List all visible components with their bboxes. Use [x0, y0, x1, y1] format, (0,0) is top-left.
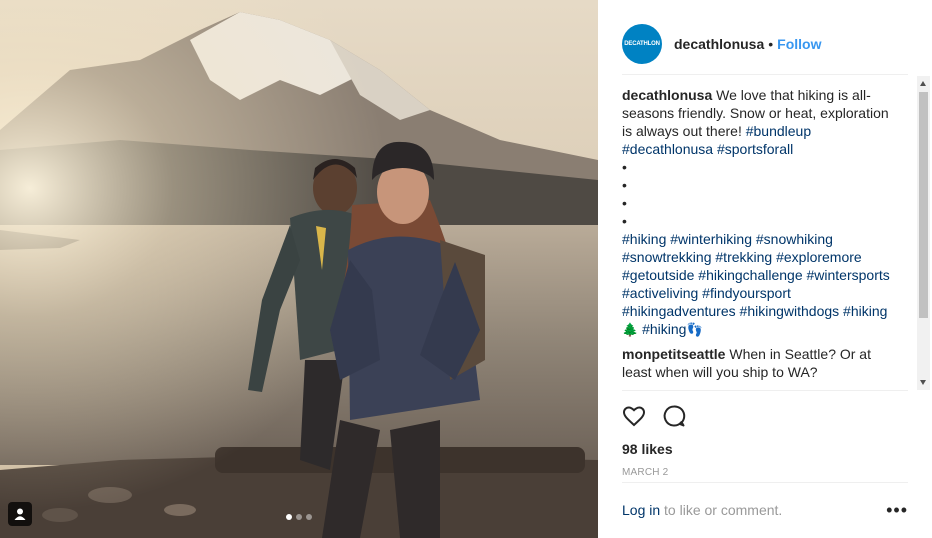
- caption-bullet: •: [622, 213, 627, 229]
- comment-item: monpetitseattle When in Seattle? Or at l…: [622, 345, 892, 381]
- post-date: MARCH 2: [622, 467, 669, 478]
- scroll-down-arrow-icon[interactable]: [920, 380, 926, 385]
- avatar[interactable]: DECATHLON: [622, 24, 662, 64]
- comment-icon[interactable]: [662, 404, 686, 428]
- hashtag-link[interactable]: #snowtrekking: [622, 249, 712, 265]
- login-link[interactable]: Log in: [622, 502, 660, 518]
- scrollbar-thumb[interactable]: [919, 92, 928, 318]
- tree-emoji: 🌲: [622, 322, 639, 337]
- hashtag-link[interactable]: #hikingchallenge: [698, 267, 802, 283]
- comments-scrollbar[interactable]: [917, 76, 930, 390]
- post-photo[interactable]: [0, 0, 598, 538]
- user-tag-icon: [14, 508, 26, 520]
- scroll-up-arrow-icon[interactable]: [920, 81, 926, 86]
- carousel-dot-3[interactable]: [306, 514, 312, 520]
- instagram-post: DECATHLON decathlonusa • Follow decathlo…: [0, 0, 932, 538]
- hashtag-link[interactable]: #winterhiking: [670, 231, 752, 247]
- username[interactable]: decathlonusa: [674, 36, 764, 52]
- hashtag-link[interactable]: #bundleup: [746, 123, 811, 139]
- hashtag-link[interactable]: #findyoursport: [702, 285, 791, 301]
- hashtag-link[interactable]: #activeliving: [622, 285, 698, 301]
- caption-author[interactable]: decathlonusa: [622, 87, 712, 103]
- hashtag-link[interactable]: #wintersports: [807, 267, 890, 283]
- login-text: to like or comment.: [664, 502, 783, 518]
- user-tag-button[interactable]: [8, 502, 32, 526]
- hashtag-link[interactable]: #hiking: [642, 321, 686, 337]
- hashtag-link[interactable]: #sportsforall: [717, 141, 793, 157]
- login-prompt: Log in to like or comment.: [622, 502, 782, 518]
- footprints-emoji: 👣: [686, 322, 703, 337]
- action-icons: [622, 403, 908, 429]
- hashtag-link[interactable]: #getoutside: [622, 267, 694, 283]
- heart-icon[interactable]: [622, 404, 646, 428]
- hashtag-link[interactable]: #hikingadventures: [622, 303, 736, 319]
- hashtag-link[interactable]: #trekking: [715, 249, 772, 265]
- comments-list[interactable]: decathlonusa We love that hiking is all-…: [622, 86, 892, 390]
- hashtag-link[interactable]: #decathlonusa: [622, 141, 713, 157]
- avatar-text: DECATHLON: [624, 41, 660, 47]
- post-actions: 98 likes MARCH 2: [622, 390, 908, 478]
- carousel-dot-1[interactable]: [286, 514, 292, 520]
- hashtag-link[interactable]: #hiking: [622, 231, 666, 247]
- comment-author[interactable]: monpetitseattle: [622, 346, 725, 362]
- photo-scene: [0, 0, 598, 538]
- carousel-dot-2[interactable]: [296, 514, 302, 520]
- hashtag-link[interactable]: #hikingwithdogs: [740, 303, 840, 319]
- carousel-dots: [286, 514, 312, 520]
- hashtag-link[interactable]: #snowhiking: [756, 231, 833, 247]
- post-header: DECATHLON decathlonusa • Follow: [622, 14, 908, 75]
- follow-button[interactable]: Follow: [777, 36, 821, 52]
- more-options-icon[interactable]: •••: [886, 500, 908, 521]
- hashtag-link[interactable]: #hiking: [843, 303, 887, 319]
- caption-bullet: •: [622, 177, 627, 193]
- caption: decathlonusa We love that hiking is all-…: [622, 86, 892, 339]
- post-side-panel: DECATHLON decathlonusa • Follow decathlo…: [598, 0, 932, 538]
- hashtag-link[interactable]: #exploremore: [776, 249, 862, 265]
- likes-count[interactable]: 98 likes: [622, 441, 908, 457]
- header-separator: •: [768, 36, 774, 52]
- caption-bullet: •: [622, 159, 627, 175]
- login-bar: Log in to like or comment. •••: [622, 482, 908, 537]
- caption-bullet: •: [622, 195, 627, 211]
